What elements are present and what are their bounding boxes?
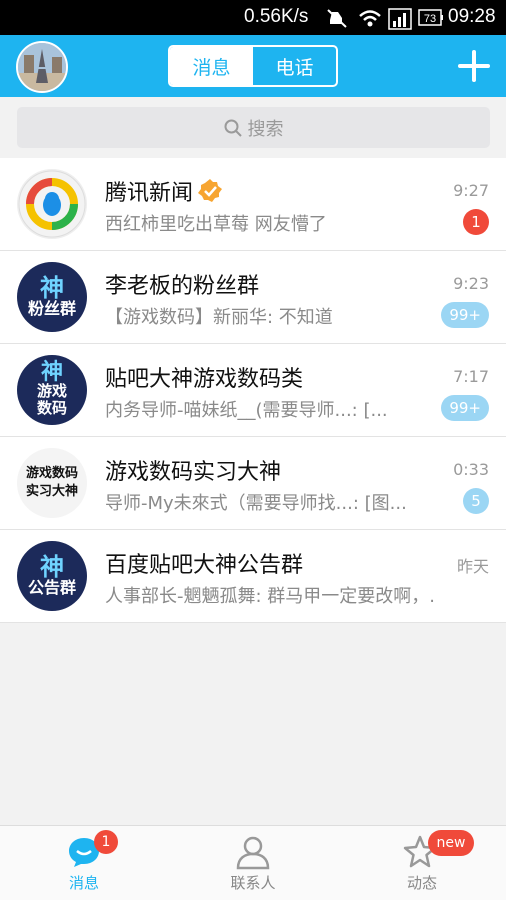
conversation-row[interactable]: 神 公告群 百度贴吧大神公告群 人事部长-魍魉孤舞: 群马甲一定要改啊，... …	[0, 530, 506, 623]
search-input[interactable]: 搜索	[17, 107, 490, 148]
nav-tab-contacts[interactable]: 联系人	[169, 826, 337, 900]
mute-icon	[327, 9, 347, 28]
battery-level: 73	[424, 13, 436, 25]
net-speed: 0.56K/s	[244, 6, 309, 27]
status-time: 09:28	[448, 6, 496, 27]
search-icon	[224, 119, 242, 137]
verified-badge-icon	[198, 179, 223, 202]
shen-glyph-icon: 神	[40, 552, 64, 581]
bottom-nav: 1 消息 联系人 new 动态	[0, 825, 506, 900]
group-avatar: 神 游戏数码	[17, 355, 87, 425]
group-avatar: 神 粉丝群	[17, 262, 87, 332]
conversation-row[interactable]: 腾讯新闻 西红柿里吃出草莓 网友懵了 9:27 1	[0, 158, 506, 251]
header-segment-control: 消息 电话	[168, 45, 338, 87]
avatar-text: 游戏数码实习大神	[25, 466, 78, 499]
conversation-list: 腾讯新闻 西红柿里吃出草莓 网友懵了 9:27 1 神 粉丝群 李老板的粉丝群 …	[0, 158, 506, 623]
search-area: 搜索	[0, 97, 506, 160]
unread-badge: 1	[463, 209, 489, 235]
conversation-preview: 人事部长-魍魉孤舞: 群马甲一定要改啊，...	[105, 586, 435, 607]
conversation-name: 游戏数码实习大神	[105, 460, 282, 485]
conversation-preview: 西红柿里吃出草莓 网友懵了	[105, 214, 327, 235]
status-bar: 0.56K/s 73 09:28	[0, 0, 506, 35]
conversation-row[interactable]: 神 粉丝群 李老板的粉丝群 【游戏数码】新丽华: 不知道 9:23 99+	[0, 251, 506, 344]
nav-label: 消息	[68, 874, 99, 892]
avatar-text: 粉丝群	[27, 298, 76, 318]
conversation-preview: 【游戏数码】新丽华: 不知道	[105, 307, 333, 328]
conversation-time: 0:33	[453, 460, 489, 479]
battery-icon: 73	[418, 9, 443, 26]
conversation-preview: 导师-My未來式（需要导师找...: [图...	[105, 493, 407, 514]
nav-new-badge: new	[428, 830, 474, 856]
tab-calls[interactable]: 电话	[253, 47, 336, 85]
unread-badge: 99+	[441, 395, 489, 421]
nav-label: 联系人	[230, 874, 276, 892]
wifi-icon	[359, 10, 381, 27]
conversation-name: 百度贴吧大神公告群	[105, 553, 304, 578]
conversation-time: 9:27	[453, 181, 489, 200]
search-placeholder: 搜索	[247, 118, 284, 140]
group-avatar: 游戏数码实习大神	[17, 448, 87, 518]
nav-tab-messages[interactable]: 1 消息	[0, 826, 168, 900]
shen-glyph-icon: 神	[40, 273, 64, 302]
conversation-row[interactable]: 神 游戏数码 贴吧大神游戏数码类 内务导师-喵妹纸__(需要导师...: [..…	[0, 344, 506, 437]
conversation-name: 贴吧大神游戏数码类	[105, 367, 304, 392]
conversation-name: 李老板的粉丝群	[105, 274, 260, 299]
conversation-time: 7:17	[453, 367, 489, 386]
eiffel-tower-photo-icon	[18, 43, 66, 91]
nav-unread-badge: 1	[94, 830, 118, 854]
contacts-person-icon	[236, 836, 270, 870]
group-avatar: 神 公告群	[17, 541, 87, 611]
unread-badge: 99+	[441, 302, 489, 328]
tencent-news-logo-icon	[18, 170, 86, 238]
avatar-text: 游戏数码	[36, 382, 67, 417]
my-avatar[interactable]	[16, 41, 68, 93]
conversation-time: 昨天	[456, 557, 489, 576]
conversation-name-text: 腾讯新闻	[105, 181, 194, 206]
conversation-time: 9:23	[453, 274, 489, 293]
signal-icon	[388, 8, 412, 30]
unread-badge: 5	[463, 488, 489, 514]
shen-glyph-icon: 神	[40, 360, 63, 385]
top-header: 消息 电话	[0, 35, 506, 97]
tencent-news-avatar	[17, 169, 87, 239]
conversation-row[interactable]: 游戏数码实习大神 游戏数码实习大神 导师-My未來式（需要导师找...: [图.…	[0, 437, 506, 530]
conversation-preview: 内务导师-喵妹纸__(需要导师...: [...	[105, 400, 388, 421]
avatar-text: 公告群	[27, 577, 76, 597]
nav-label: 动态	[406, 874, 437, 892]
add-icon[interactable]	[458, 50, 490, 82]
tab-messages[interactable]: 消息	[170, 47, 253, 85]
conversation-name: 腾讯新闻	[105, 175, 223, 207]
nav-tab-feed[interactable]: new 动态	[338, 826, 506, 900]
